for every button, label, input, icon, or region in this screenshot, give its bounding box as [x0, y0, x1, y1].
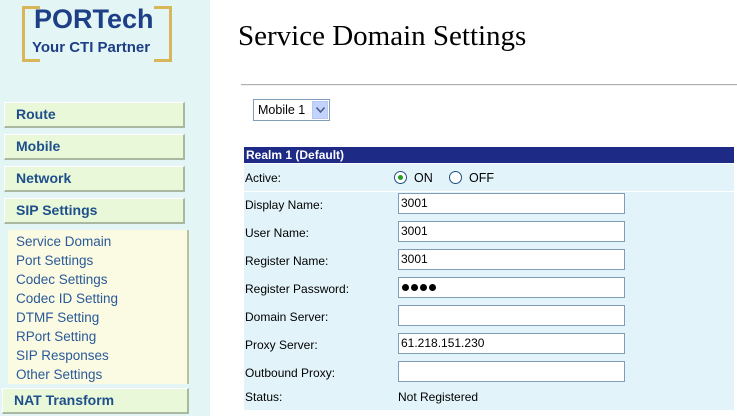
nav-route[interactable]: Route	[4, 102, 185, 128]
title-divider-highlight	[241, 85, 737, 86]
submenu-dtmf-setting[interactable]: DTMF Setting	[16, 310, 99, 325]
logo: PORTech Your CTI Partner	[0, 0, 210, 82]
chevron-down-icon[interactable]	[312, 101, 328, 119]
proxy-server-label: Proxy Server:	[245, 338, 318, 352]
user-name-label: User Name:	[245, 226, 310, 240]
radio-selected-dot	[398, 175, 403, 180]
logo-tagline: Your CTI Partner	[32, 39, 151, 56]
register-password-label: Register Password:	[245, 282, 350, 296]
domain-server-field[interactable]	[398, 305, 625, 326]
outbound-proxy-label: Outbound Proxy:	[245, 366, 336, 380]
nav-sip-settings[interactable]: SIP Settings	[4, 198, 185, 224]
mobile-select[interactable]: Mobile 1	[253, 99, 330, 121]
row-display-name: Display Name: 3001	[244, 192, 734, 220]
submenu-rport-setting[interactable]: RPort Setting	[16, 329, 96, 344]
user-name-field[interactable]: 3001	[398, 221, 625, 242]
nav-network[interactable]: Network	[4, 166, 185, 192]
submenu-codec-id-setting[interactable]: Codec ID Setting	[16, 291, 118, 306]
display-name-label: Display Name:	[245, 198, 324, 212]
row-register-password: Register Password:	[244, 276, 734, 304]
realm-header: Realm 1 (Default)	[244, 147, 734, 163]
mobile-select-value: Mobile 1	[258, 103, 306, 117]
row-outbound-proxy: Outbound Proxy:	[244, 360, 734, 388]
active-label: Active:	[245, 171, 282, 185]
nav-mobile[interactable]: Mobile	[4, 134, 185, 160]
submenu-sip-responses[interactable]: SIP Responses	[16, 348, 109, 363]
active-on-radio[interactable]	[394, 171, 407, 184]
register-name-label: Register Name:	[245, 254, 329, 268]
password-mask-dot	[411, 284, 418, 292]
proxy-server-field[interactable]: 61.218.151.230	[398, 333, 625, 354]
row-user-name: User Name: 3001	[244, 220, 734, 248]
row-domain-server: Domain Server:	[244, 304, 734, 332]
row-active: Active: ON OFF	[244, 164, 734, 191]
nav-nat-transform[interactable]: NAT Transform	[2, 388, 189, 414]
submenu-codec-settings[interactable]: Codec Settings	[16, 272, 108, 287]
submenu-port-settings[interactable]: Port Settings	[16, 253, 93, 268]
display-name-field[interactable]: 3001	[398, 193, 625, 214]
domain-server-label: Domain Server:	[245, 310, 329, 324]
active-off-label: OFF	[469, 171, 494, 185]
submenu-other-settings[interactable]: Other Settings	[16, 367, 102, 382]
status-label: Status:	[245, 390, 283, 404]
row-register-name: Register Name: 3001	[244, 248, 734, 276]
page-title: Service Domain Settings	[238, 20, 527, 52]
password-mask-dot	[429, 284, 436, 292]
register-password-field[interactable]	[398, 277, 625, 298]
row-proxy-server: Proxy Server: 61.218.151.230	[244, 332, 734, 360]
register-name-field[interactable]: 3001	[398, 249, 625, 270]
password-mask-dot	[420, 284, 427, 292]
active-on-label: ON	[414, 171, 433, 185]
outbound-proxy-field[interactable]	[398, 361, 625, 382]
active-off-radio[interactable]	[449, 171, 462, 184]
password-mask-dot	[402, 284, 409, 292]
logo-brand: PORTech	[34, 4, 154, 34]
sidebar: PORTech Your CTI Partner Route Mobile Ne…	[0, 0, 210, 416]
row-status: Status: Not Registered	[244, 388, 734, 410]
sip-submenu: Service Domain Port Settings Codec Setti…	[8, 230, 189, 384]
status-value: Not Registered	[398, 390, 479, 404]
submenu-service-domain[interactable]: Service Domain	[16, 234, 111, 249]
